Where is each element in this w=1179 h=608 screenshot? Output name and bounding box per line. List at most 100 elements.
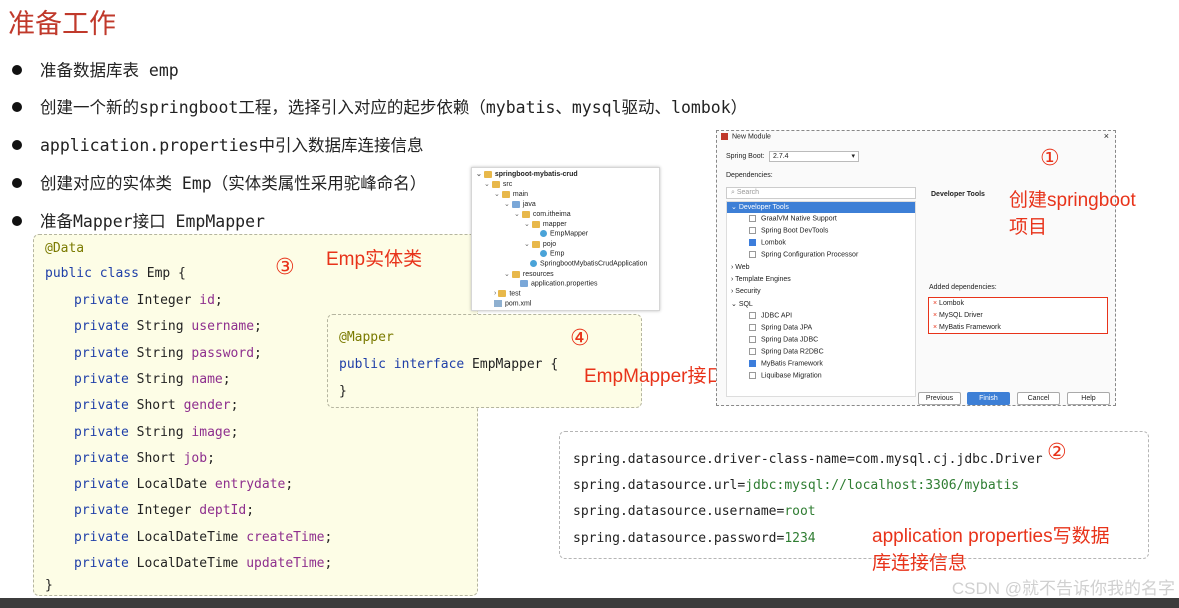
- dependency-item[interactable]: GraalVM Native Support: [749, 215, 837, 222]
- dependency-group[interactable]: ⌄ SQL: [731, 300, 753, 308]
- tree-item[interactable]: ⌄ resources: [504, 270, 554, 278]
- tree-item[interactable]: ⌄ mapper: [524, 220, 567, 228]
- class-icon: [540, 250, 547, 257]
- bullet-item: application.properties中引入数据库连接信息: [12, 132, 424, 156]
- code-close-brace: }: [339, 384, 347, 399]
- bullet-dot-icon: [12, 64, 22, 75]
- spring-boot-label: Spring Boot:: [726, 153, 765, 160]
- class-icon: [530, 260, 537, 267]
- properties-label-line2: 库连接信息: [872, 553, 968, 574]
- checkbox[interactable]: [749, 215, 756, 222]
- new-module-dialog: New Module × Spring Boot: 2.7.4 ▾ Depende…: [716, 130, 1116, 406]
- code-close-brace: }: [45, 578, 53, 593]
- tree-item[interactable]: SpringbootMybatisCrudApplication: [530, 260, 647, 267]
- property-line: spring.datasource.password=1234: [573, 531, 816, 546]
- tree-item[interactable]: application.properties: [520, 280, 598, 287]
- detail-title: Developer Tools: [931, 191, 985, 198]
- dependency-item[interactable]: Liquibase Migration: [749, 372, 822, 379]
- finish-button[interactable]: Finish: [967, 392, 1010, 405]
- search-input[interactable]: ⌕ Search: [726, 187, 916, 199]
- dependency-item[interactable]: MyBatis Framework: [749, 360, 823, 367]
- package-icon: [521, 210, 530, 218]
- app-icon: [721, 133, 728, 140]
- code-field-line: private Integer id;: [74, 293, 223, 308]
- dependency-item[interactable]: Spring Configuration Processor: [749, 251, 858, 258]
- checkbox-checked[interactable]: [749, 239, 756, 246]
- close-icon[interactable]: ×: [1104, 131, 1109, 141]
- tree-item[interactable]: ⌄ pojo: [524, 240, 556, 248]
- code-annotation: @Data: [45, 241, 85, 256]
- added-dependency-item: × MySQL Driver: [933, 312, 983, 319]
- dependency-item[interactable]: Spring Boot DevTools: [749, 227, 828, 234]
- code-interface-decl: public interface EmpMapper {: [339, 357, 559, 372]
- added-dependency-item: × Lombok: [933, 300, 964, 307]
- folder-icon: [501, 190, 510, 198]
- xml-file-icon: [494, 300, 502, 307]
- checkbox[interactable]: [749, 372, 756, 379]
- bullet-dot-icon: [12, 177, 22, 188]
- tree-item[interactable]: ⌄ java: [504, 200, 536, 208]
- tree-item[interactable]: ⌄ src: [484, 180, 512, 188]
- step-3-marker: ③: [275, 255, 295, 280]
- dialog-title: New Module: [721, 133, 771, 140]
- tree-item[interactable]: ⌄ com.itheima: [514, 210, 571, 218]
- footer-bar: [0, 598, 1179, 608]
- folder-icon: [498, 290, 507, 297]
- code-annotation: @Mapper: [339, 330, 394, 345]
- checkbox[interactable]: [749, 312, 756, 319]
- added-dependencies-list: × Lombok × MySQL Driver × MyBatis Framew…: [928, 297, 1108, 334]
- cancel-button[interactable]: Cancel: [1017, 392, 1060, 405]
- properties-label: application properties写数据: [872, 526, 1110, 547]
- checkbox[interactable]: [749, 227, 756, 234]
- bullet-dot-icon: [12, 101, 22, 112]
- dependency-item[interactable]: Spring Data JDBC: [749, 336, 818, 343]
- page-title: 准备工作: [8, 9, 116, 40]
- folder-icon: [511, 200, 520, 208]
- code-field-line: private LocalDateTime createTime;: [74, 529, 333, 545]
- spring-boot-version-select[interactable]: 2.7.4 ▾: [769, 151, 859, 162]
- folder-icon: [511, 270, 520, 278]
- dependency-item[interactable]: Spring Data JPA: [749, 324, 812, 331]
- bullet-dot-icon: [12, 139, 22, 150]
- emp-class-label: Emp实体类: [326, 249, 423, 270]
- dependency-item[interactable]: Spring Data R2DBC: [749, 348, 824, 355]
- code-field-line: private Integer deptId;: [74, 503, 255, 519]
- code-field-line: private String name;: [74, 371, 231, 387]
- bullet-item: 创建一个新的springboot工程，选择引入对应的起步依赖（mybatis、m…: [12, 94, 747, 118]
- previous-button[interactable]: Previous: [918, 392, 961, 405]
- code-field-line: private String image;: [74, 424, 239, 440]
- create-project-label-line2: 项目: [1009, 217, 1048, 238]
- tree-item[interactable]: ⌄ springboot-mybatis-crud: [476, 170, 578, 178]
- folder-icon: [483, 170, 492, 178]
- added-dependency-item: × MyBatis Framework: [933, 324, 1001, 331]
- checkbox[interactable]: [749, 251, 756, 258]
- step-1-marker: ①: [1040, 146, 1060, 171]
- code-class-decl: public class Emp {: [45, 266, 186, 281]
- checkbox[interactable]: [749, 336, 756, 343]
- checkbox-checked[interactable]: [749, 360, 756, 367]
- dependency-group[interactable]: › Web: [731, 264, 750, 271]
- dependency-item[interactable]: Lombok: [749, 239, 786, 246]
- dependency-item[interactable]: JDBC API: [749, 312, 792, 319]
- tree-item[interactable]: Emp: [540, 250, 564, 257]
- code-field-line: private LocalDateTime updateTime;: [74, 556, 333, 571]
- dependency-group-developer-tools[interactable]: ⌄ Developer Tools: [727, 202, 915, 213]
- package-icon: [531, 220, 540, 228]
- tree-item[interactable]: ⌄ main: [494, 190, 528, 198]
- dependency-group[interactable]: › Security: [731, 288, 761, 295]
- dependencies-label: Dependencies:: [726, 172, 773, 179]
- bullet-dot-icon: [12, 215, 22, 226]
- chevron-down-icon: ▾: [851, 153, 855, 160]
- tree-item[interactable]: pom.xml: [494, 300, 531, 307]
- tree-item[interactable]: › test: [494, 290, 521, 297]
- dependency-group[interactable]: › Template Engines: [731, 276, 791, 283]
- tree-item[interactable]: EmpMapper: [540, 230, 588, 237]
- code-field-line: private String password;: [74, 345, 262, 361]
- code-field-line: private String username;: [74, 319, 262, 335]
- watermark: CSDN @就不告诉你我的名字: [951, 579, 1175, 598]
- create-project-label: 创建springboot: [1009, 190, 1136, 211]
- property-line: spring.datasource.username=root: [573, 504, 816, 519]
- help-button[interactable]: Help: [1067, 392, 1110, 405]
- checkbox[interactable]: [749, 324, 756, 331]
- checkbox[interactable]: [749, 348, 756, 355]
